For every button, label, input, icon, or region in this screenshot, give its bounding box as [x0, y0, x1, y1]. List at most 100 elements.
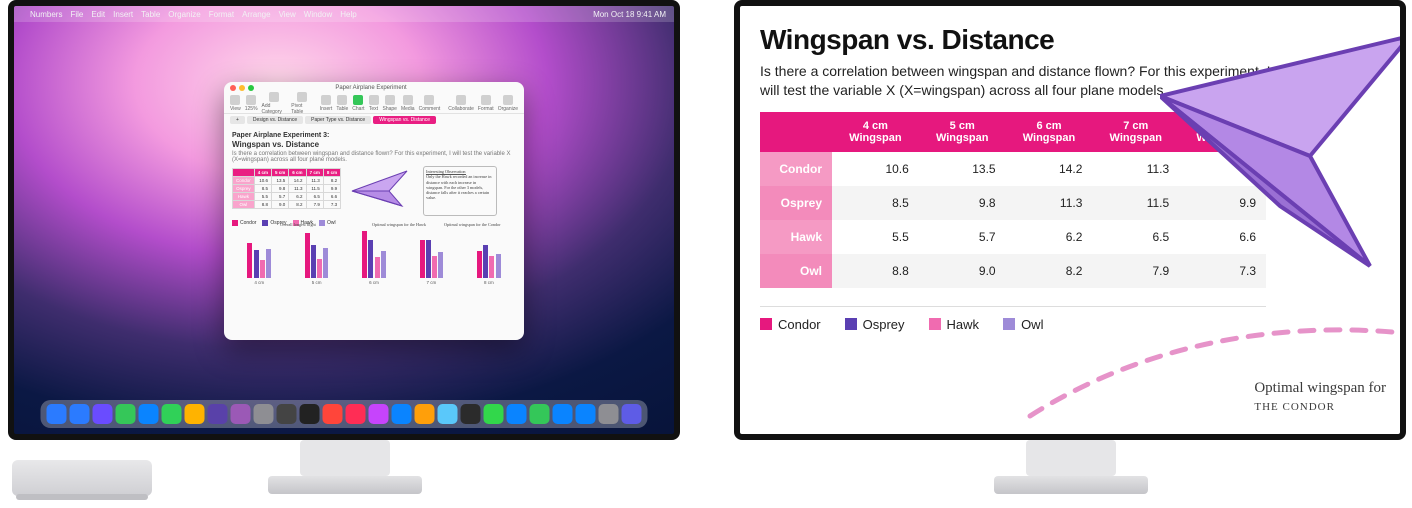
table-cell[interactable]: 11.3 — [1092, 152, 1179, 186]
table-cell[interactable]: 11.3 — [1006, 186, 1093, 220]
sheet-tab-paper[interactable]: Paper Type vs. Distance — [305, 116, 371, 124]
dock-app-icon[interactable] — [553, 404, 573, 424]
chart-4cm[interactable]: 4 cm — [232, 228, 286, 285]
menubar-item-organize[interactable]: Organize — [168, 10, 200, 19]
table-cell[interactable]: 8.2 — [1006, 254, 1093, 288]
macos-menubar[interactable]: Numbers File Edit Insert Table Organize … — [14, 6, 674, 22]
menubar-item-view[interactable]: View — [279, 10, 296, 19]
dock-app-icon[interactable] — [208, 404, 228, 424]
numbers-toolbar[interactable]: View 125% Add Category Pivot Table Inser… — [224, 94, 524, 114]
dock-app-icon[interactable] — [277, 404, 297, 424]
dock-app-icon[interactable] — [507, 404, 527, 424]
toolbar-media-button[interactable]: Media — [401, 95, 415, 112]
toolbar-collaborate-button[interactable]: Collaborate — [448, 95, 474, 112]
menubar-item-edit[interactable]: Edit — [91, 10, 105, 19]
toolbar-table-button[interactable]: Table — [336, 95, 348, 112]
dock-app-icon[interactable] — [438, 404, 458, 424]
menubar-item-table[interactable]: Table — [141, 10, 160, 19]
dock-app-icon[interactable] — [415, 404, 435, 424]
toolbar-pivot-button[interactable]: Pivot Table — [291, 92, 312, 115]
chart-5cm[interactable]: 5 cm — [289, 228, 343, 285]
table-cell[interactable]: 5.5 — [832, 220, 919, 254]
window-minimize-icon[interactable] — [239, 85, 245, 91]
toolbar-shape-button[interactable]: Shape — [383, 95, 397, 112]
menubar-item-help[interactable]: Help — [340, 10, 356, 19]
dock-app-icon[interactable] — [231, 404, 251, 424]
toolbar-zoom-button[interactable]: 125% — [245, 95, 258, 112]
dock-app-icon[interactable] — [139, 404, 159, 424]
window-close-icon[interactable] — [230, 85, 236, 91]
data-table-mini[interactable]: 4 cm5 cm6 cm7 cm8 cmCondor10.613.514.211… — [232, 168, 341, 209]
dock-app-icon[interactable] — [530, 404, 550, 424]
toolbar-text-button[interactable]: Text — [369, 95, 379, 112]
dock-app-icon[interactable] — [70, 404, 90, 424]
note-body: Only the Hawk recorded an increase in di… — [426, 174, 491, 200]
toolbar-insert-button[interactable]: Insert — [320, 95, 333, 112]
sheet-tab-bar[interactable]: + Design vs. Distance Paper Type vs. Dis… — [224, 114, 524, 126]
menubar-status-clock[interactable]: Mon Oct 18 9:41 AM — [593, 10, 666, 19]
menubar-item-arrange[interactable]: Arrange — [242, 10, 270, 19]
dock-app-icon[interactable] — [93, 404, 113, 424]
chart-6cm[interactable]: 6 cm — [347, 228, 401, 285]
table-cell[interactable]: 6.5 — [1092, 220, 1179, 254]
toolbar-view-button[interactable]: View — [230, 95, 241, 112]
dock-app-icon[interactable] — [300, 404, 320, 424]
dock-app-icon[interactable] — [392, 404, 412, 424]
table-cell[interactable]: 7.3 — [1179, 254, 1266, 288]
chart-7cm[interactable]: 7 cm — [404, 228, 458, 285]
toolbar-organize-button[interactable]: Organize — [498, 95, 518, 112]
table-row-header[interactable]: Condor — [760, 152, 832, 186]
table-cell[interactable]: 5.7 — [919, 220, 1006, 254]
dock-app-icon[interactable] — [47, 404, 67, 424]
table-cell[interactable]: 6.2 — [1006, 220, 1093, 254]
window-zoom-icon[interactable] — [248, 85, 254, 91]
dock-app-icon[interactable] — [185, 404, 205, 424]
sheet-tab-wingspan[interactable]: Wingspan vs. Distance — [373, 116, 436, 124]
table-cell[interactable]: 9.9 — [1179, 186, 1266, 220]
toolbar-chart-button[interactable]: Chart — [352, 95, 364, 112]
toolbar-format-button[interactable]: Format — [478, 95, 494, 112]
dock-app-icon[interactable] — [461, 404, 481, 424]
chart-8cm[interactable]: 8 cm — [462, 228, 516, 285]
zoomed-document-view[interactable]: Wingspan vs. Distance Is there a correla… — [740, 6, 1400, 434]
dock-app-icon[interactable] — [116, 404, 136, 424]
dock-app-icon[interactable] — [162, 404, 182, 424]
table-cell[interactable]: 9.8 — [919, 186, 1006, 220]
table-cell[interactable]: 13.5 — [919, 152, 1006, 186]
sheet-tab-plus[interactable]: + — [230, 116, 245, 124]
menubar-item-insert[interactable]: Insert — [113, 10, 133, 19]
chart-group[interactable]: 4 cm5 cm6 cm7 cm8 cmOverall longest flig… — [232, 228, 516, 285]
table-cell[interactable]: 8.5 — [832, 186, 919, 220]
table-row-header[interactable]: Owl — [760, 254, 832, 288]
numbers-window[interactable]: Paper Airplane Experiment View 125% Add … — [224, 82, 524, 340]
sheet-tab-design[interactable]: Design vs. Distance — [247, 116, 303, 124]
macos-dock[interactable] — [41, 400, 648, 428]
data-table[interactable]: 4 cm Wingspan5 cm Wingspan6 cm Wingspan7… — [760, 112, 1266, 288]
dock-app-icon[interactable] — [369, 404, 389, 424]
menubar-item-file[interactable]: File — [70, 10, 83, 19]
dock-app-icon[interactable] — [576, 404, 596, 424]
table-cell[interactable]: 9.0 — [919, 254, 1006, 288]
table-cell[interactable]: 11.5 — [1092, 186, 1179, 220]
menubar-app-name[interactable]: Numbers — [30, 10, 62, 19]
toolbar-category-button[interactable]: Add Category — [262, 92, 288, 115]
table-cell[interactable]: 10.6 — [832, 152, 919, 186]
table-cell[interactable]: 7.9 — [1092, 254, 1179, 288]
table-row-header[interactable]: Hawk — [760, 220, 832, 254]
toolbar-comment-button[interactable]: Comment — [419, 95, 441, 112]
table-cell[interactable]: 14.2 — [1006, 152, 1093, 186]
menubar-item-window[interactable]: Window — [304, 10, 332, 19]
dock-app-icon[interactable] — [346, 404, 366, 424]
table-cell[interactable]: 6.6 — [1179, 220, 1266, 254]
dock-app-icon[interactable] — [599, 404, 619, 424]
dock-app-icon[interactable] — [622, 404, 642, 424]
table-cell[interactable]: 8.8 — [832, 254, 919, 288]
table-row-header[interactable]: Osprey — [760, 186, 832, 220]
menubar-item-format[interactable]: Format — [209, 10, 234, 19]
dock-app-icon[interactable] — [323, 404, 343, 424]
dock-app-icon[interactable] — [484, 404, 504, 424]
dock-app-icon[interactable] — [254, 404, 274, 424]
document-canvas[interactable]: Paper Airplane Experiment 3: Wingspan vs… — [224, 126, 524, 289]
observation-note[interactable]: Interesting Observation Only the Hawk re… — [423, 166, 497, 216]
table-cell[interactable]: 8.2 — [1179, 152, 1266, 186]
